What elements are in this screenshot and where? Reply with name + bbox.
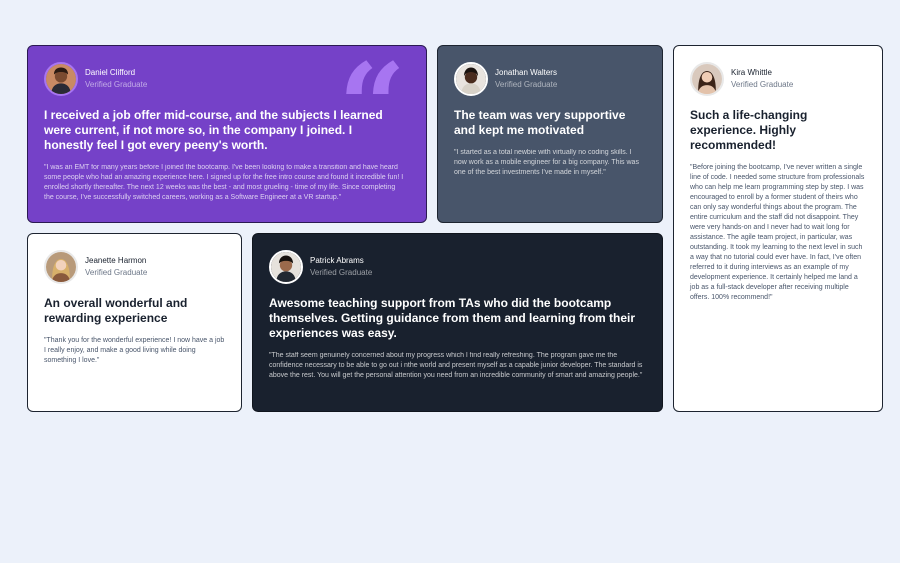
person-name: Daniel Clifford — [85, 68, 136, 77]
testimonial-headline: The team was very supportive and kept me… — [454, 108, 626, 137]
testimonials-grid: “ Daniel Clifford Verified Graduate I re… — [27, 45, 883, 412]
testimonial-headline: An overall wonderful and rewarding exper… — [44, 296, 188, 325]
person-header: Jeanette Harmon Verified Graduate — [44, 250, 225, 284]
person-name: Kira Whittle — [731, 68, 772, 77]
person-header: Kira Whittle Verified Graduate — [690, 62, 866, 96]
person-role: Verified Graduate — [495, 80, 558, 89]
testimonial-card-daniel: “ Daniel Clifford Verified Graduate I re… — [27, 45, 427, 223]
avatar — [690, 62, 724, 96]
testimonial-quote: "Thank you for the wonderful experience!… — [44, 337, 225, 364]
person-header: Patrick Abrams Verified Graduate — [269, 250, 646, 284]
testimonial-headline: Such a life-changing experience. Highly … — [690, 108, 808, 152]
testimonial-headline: I received a job offer mid-course, and t… — [44, 108, 383, 152]
person-header: Jonathan Walters Verified Graduate — [454, 62, 646, 96]
avatar — [44, 62, 78, 96]
person-name: Jeanette Harmon — [85, 256, 147, 265]
person-meta: Kira Whittle Verified Graduate — [731, 68, 793, 90]
person-role: Verified Graduate — [310, 268, 373, 277]
testimonial-card-kira: Kira Whittle Verified Graduate Such a li… — [673, 45, 883, 412]
person-meta: Daniel Clifford Verified Graduate — [85, 68, 147, 90]
avatar — [269, 250, 303, 284]
person-meta: Patrick Abrams Verified Graduate — [310, 256, 372, 278]
avatar — [454, 62, 488, 96]
person-role: Verified Graduate — [731, 80, 794, 89]
person-meta: Jonathan Walters Verified Graduate — [495, 68, 557, 90]
person-name: Jonathan Walters — [495, 68, 557, 77]
testimonial-quote: "I started as a total newbie with virtua… — [454, 149, 639, 176]
person-role: Verified Graduate — [85, 80, 148, 89]
person-role: Verified Graduate — [85, 268, 148, 277]
avatar — [44, 250, 78, 284]
testimonial-quote: "I was an EMT for many years before I jo… — [44, 164, 404, 201]
person-meta: Jeanette Harmon Verified Graduate — [85, 256, 147, 278]
testimonial-quote: "The staff seem genuinely concerned abou… — [269, 352, 643, 379]
testimonial-card-jonathan: Jonathan Walters Verified Graduate The t… — [437, 45, 663, 223]
testimonial-card-patrick: Patrick Abrams Verified Graduate Awesome… — [252, 233, 663, 412]
testimonial-quote: "Before joining the bootcamp, I've never… — [690, 164, 865, 301]
testimonial-card-jeanette: Jeanette Harmon Verified Graduate An ove… — [27, 233, 242, 412]
person-header: Daniel Clifford Verified Graduate — [44, 62, 404, 96]
person-name: Patrick Abrams — [310, 256, 364, 265]
testimonial-headline: Awesome teaching support from TAs who di… — [269, 296, 636, 340]
